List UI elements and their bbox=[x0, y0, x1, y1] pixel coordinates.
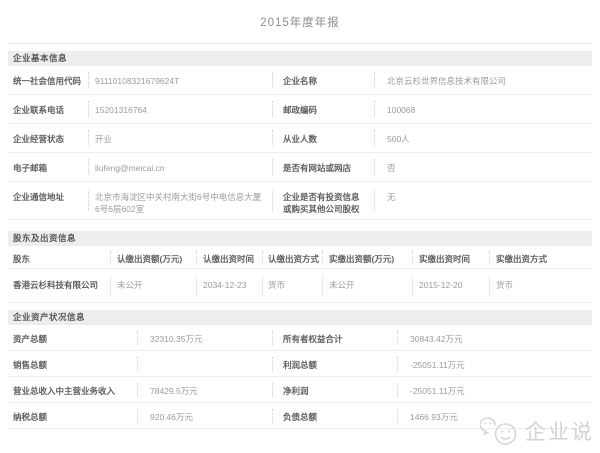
field-label: 资产总额 bbox=[8, 325, 137, 350]
table-cell: 2015-12-20 bbox=[412, 269, 489, 302]
field-label: 利润总额 bbox=[272, 351, 397, 376]
table-row: 电子邮箱 liufeng@meicai.cn 是否有网站或网店 否 bbox=[8, 153, 592, 182]
column-header: 认缴出资方式 bbox=[262, 246, 322, 268]
column-header: 实缴出资额(万元) bbox=[322, 246, 412, 268]
field-label: 企业名称 bbox=[272, 66, 374, 94]
field-label: 纳税总额 bbox=[8, 403, 137, 428]
section-header-basic-info: 企业基本信息 bbox=[8, 51, 592, 66]
field-value: 北京市海淀区中关村南大街6号中电信息大厦6号6层602室 bbox=[88, 182, 272, 219]
table-cell: 货币 bbox=[262, 269, 322, 302]
report-page: 2015年度年报 企业基本信息 统一社会信用代码 911101083216796… bbox=[8, 0, 592, 429]
field-value: 78429.5万元 bbox=[137, 377, 272, 402]
brand-name: 企业说 bbox=[525, 416, 594, 446]
column-header: 认缴出资额(万元) bbox=[110, 246, 196, 268]
field-label: 所有者权益合计 bbox=[272, 325, 397, 350]
field-value: -25051.11万元 bbox=[397, 351, 592, 376]
column-header: 认缴出资时间 bbox=[196, 246, 262, 268]
field-label: 是否有网站或网店 bbox=[272, 153, 374, 181]
field-label: 企业是否有投资信息或购买其他公司股权 bbox=[272, 182, 374, 219]
field-value: liufeng@meicai.cn bbox=[88, 153, 272, 181]
table-row: 香港云杉科技有限公司 未公开 2034-12-23 货币 未公开 2015-12… bbox=[8, 269, 592, 303]
field-label: 负债总额 bbox=[272, 403, 397, 428]
field-value: 30843.42万元 bbox=[397, 325, 592, 350]
field-value: 否 bbox=[374, 153, 592, 181]
table-row: 销售总额 利润总额 -25051.11万元 bbox=[8, 351, 592, 377]
page-title: 2015年度年报 bbox=[8, 0, 592, 44]
field-label: 从业人数 bbox=[272, 124, 374, 152]
field-value: 920.46万元 bbox=[137, 403, 272, 428]
table-row: 统一社会信用代码 91110108321679624T 企业名称 北京云杉世界信… bbox=[8, 66, 592, 95]
section-header-shareholders: 股东及出资信息 bbox=[8, 231, 592, 246]
field-label: 销售总额 bbox=[8, 351, 137, 376]
field-label: 统一社会信用代码 bbox=[8, 66, 88, 94]
table-row: 企业通信地址 北京市海淀区中关村南大街6号中电信息大厦6号6层602室 企业是否… bbox=[8, 182, 592, 220]
field-value: 15201316764 bbox=[88, 95, 272, 123]
field-value bbox=[137, 351, 272, 376]
column-header: 股东 bbox=[8, 246, 110, 268]
field-value: 开业 bbox=[88, 124, 272, 152]
brand-watermark: 企业说 bbox=[480, 414, 594, 448]
field-label: 企业经营状态 bbox=[8, 124, 88, 152]
section-header-assets: 企业资产状况信息 bbox=[8, 310, 592, 325]
table-row: 企业联系电话 15201316764 邮政编码 100068 bbox=[8, 95, 592, 124]
field-value: 91110108321679624T bbox=[88, 66, 272, 94]
table-cell: 未公开 bbox=[110, 269, 196, 302]
table-row: 营业总收入中主营业务收入 78429.5万元 净利润 -25051.11万元 bbox=[8, 377, 592, 403]
field-label: 净利润 bbox=[272, 377, 397, 402]
field-value: 无 bbox=[374, 182, 592, 219]
table-header-row: 股东 认缴出资额(万元) 认缴出资时间 认缴出资方式 实缴出资额(万元) 实缴出… bbox=[8, 246, 592, 269]
field-label: 营业总收入中主营业务收入 bbox=[8, 377, 137, 402]
field-value: 100068 bbox=[374, 95, 592, 123]
field-value: -25051.11万元 bbox=[397, 377, 592, 402]
table-cell: 2034-12-23 bbox=[196, 269, 262, 302]
field-value: 32310.35万元 bbox=[137, 325, 272, 350]
field-value: 500人 bbox=[374, 124, 592, 152]
table-row: 资产总额 32310.35万元 所有者权益合计 30843.42万元 bbox=[8, 325, 592, 351]
table-cell: 未公开 bbox=[322, 269, 412, 302]
column-header: 实缴出资方式 bbox=[489, 246, 592, 268]
field-label: 邮政编码 bbox=[272, 95, 374, 123]
field-label: 企业通信地址 bbox=[8, 182, 88, 219]
table-row: 企业经营状态 开业 从业人数 500人 bbox=[8, 124, 592, 153]
field-value: 北京云杉世界信息技术有限公司 bbox=[374, 66, 592, 94]
table-cell: 货币 bbox=[489, 269, 592, 302]
column-header: 实缴出资时间 bbox=[412, 246, 489, 268]
chat-face-logo-icon bbox=[480, 414, 520, 448]
field-label: 电子邮箱 bbox=[8, 153, 88, 181]
shareholder-name: 香港云杉科技有限公司 bbox=[8, 269, 110, 302]
field-label: 企业联系电话 bbox=[8, 95, 88, 123]
